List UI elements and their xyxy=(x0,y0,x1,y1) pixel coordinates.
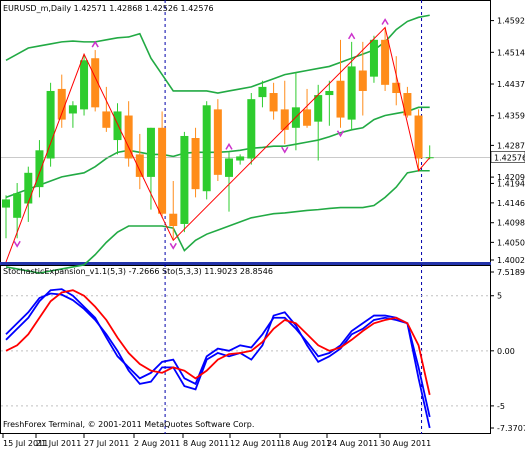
candle-body xyxy=(369,39,378,77)
candle-body xyxy=(158,127,167,214)
copyright-text: FreshForex Terminal, © 2001-2011 MetaQuo… xyxy=(3,420,254,429)
candle-body xyxy=(80,60,89,110)
candle-body xyxy=(280,109,289,130)
candle-body xyxy=(325,90,334,96)
time-axis-label: 30 Aug 2011 xyxy=(380,439,431,448)
candle-body xyxy=(336,80,345,118)
price-axis-label: 1.41940 xyxy=(497,179,525,188)
candle-body xyxy=(303,109,312,126)
candle-body xyxy=(68,105,77,114)
indicator-axis-label: -5 xyxy=(497,402,505,411)
current-price-label: 1.42576 xyxy=(494,153,525,162)
candle-body xyxy=(180,135,189,224)
indicator-title: StochasticExpansion_v1.1(5,3) -7.2666 St… xyxy=(3,267,273,276)
candle-body xyxy=(381,39,390,85)
candle-body xyxy=(236,156,245,161)
price-axis-label: 1.44370 xyxy=(497,80,525,89)
candle-body xyxy=(113,111,122,141)
candle-body xyxy=(24,172,33,204)
time-axis-label: 24 Aug 2011 xyxy=(327,439,378,448)
candle-body xyxy=(225,158,233,177)
main-chart-title: EURUSD_m,Daily 1.42571 1.42868 1.42526 1… xyxy=(3,4,214,13)
candle-body xyxy=(213,109,222,175)
price-axis-label: 1.45145 xyxy=(497,48,525,57)
price-axis-label: 1.43595 xyxy=(497,112,525,121)
candle-body xyxy=(146,127,155,177)
candle-body xyxy=(202,105,211,192)
indicator-axis-label: 7.5189 xyxy=(497,268,525,277)
candle-body xyxy=(258,86,267,98)
candle-body xyxy=(57,88,66,120)
price-axis-label: 1.41465 xyxy=(497,199,525,208)
candle-body xyxy=(414,115,423,159)
candle-body xyxy=(347,66,356,120)
candle-body xyxy=(191,138,200,190)
indicator-axis-label: 0.00 xyxy=(497,347,515,356)
time-axis-label: 27 Jul 2011 xyxy=(84,439,129,448)
price-axis-label: 1.40980 xyxy=(497,219,525,228)
candle-body xyxy=(358,70,367,91)
candle-body xyxy=(269,93,278,112)
price-axis-label: 1.40020 xyxy=(497,256,525,265)
candle-body xyxy=(46,90,55,159)
time-axis-label: 18 Aug 2011 xyxy=(280,439,331,448)
time-axis-label: 21 Jul 2011 xyxy=(36,439,81,448)
candle-body xyxy=(2,199,10,208)
candle-body xyxy=(13,193,22,218)
price-axis-label: 1.40500 xyxy=(497,238,525,247)
candle-body xyxy=(102,111,111,128)
candle-body xyxy=(314,95,323,122)
pane-divider[interactable] xyxy=(0,262,491,265)
trading-chart[interactable]: 1.459201.451451.443701.435951.428701.420… xyxy=(0,0,525,450)
price-axis-label: 1.45920 xyxy=(497,17,525,26)
indicator-axis-label: -7.3707 xyxy=(497,424,525,433)
indicator-axis-label: 5 xyxy=(497,292,502,301)
price-axis-label: 1.42870 xyxy=(497,141,525,150)
candle-body xyxy=(169,213,178,226)
time-axis-label: 8 Aug 2011 xyxy=(183,439,229,448)
time-axis-label: 12 Aug 2011 xyxy=(230,439,281,448)
candle-body xyxy=(247,99,256,159)
time-axis-label: 2 Aug 2011 xyxy=(134,439,180,448)
